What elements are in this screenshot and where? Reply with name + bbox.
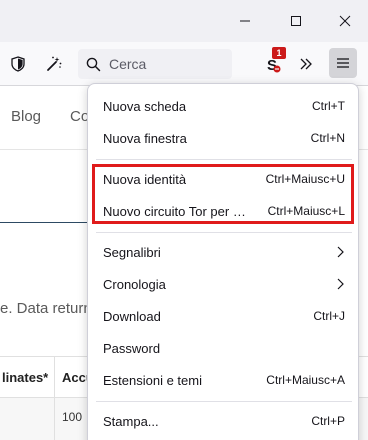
menu-item-label: Estensioni e temi: [103, 372, 202, 388]
menu-item-extensions-themes[interactable]: Estensioni e temi Ctrl+Maiusc+A: [96, 364, 352, 396]
minimize-icon: [240, 20, 250, 22]
table-cell-accuracy: 100: [62, 410, 83, 424]
shield-button[interactable]: [4, 50, 32, 78]
maximize-icon: [291, 16, 301, 26]
menu-item-print[interactable]: Stampa... Ctrl+P: [96, 405, 352, 437]
menu-item-label: Password: [103, 340, 161, 356]
shield-icon: [11, 56, 25, 72]
title-bar: [0, 0, 368, 42]
section-divider: [0, 222, 95, 223]
menu-item-shortcut: Ctrl+T: [312, 99, 345, 113]
menu-item-new-tab[interactable]: Nuova scheda Ctrl+T: [96, 90, 352, 122]
menu-item-new-window[interactable]: Nuova finestra Ctrl+N: [96, 122, 352, 154]
menu-item-label: Nuova scheda: [103, 98, 187, 114]
menu-item-downloads[interactable]: Download Ctrl+J: [96, 300, 352, 332]
menu-item-history[interactable]: Cronologia: [96, 268, 352, 300]
app-menu-panel: Nuova scheda Ctrl+T Nuova finestra Ctrl+…: [87, 83, 359, 440]
column-divider: [54, 357, 55, 399]
app-menu-button[interactable]: [329, 48, 357, 78]
menu-item-shortcut: Ctrl+P: [311, 414, 345, 428]
menu-item-label: Nuova finestra: [103, 130, 187, 146]
hamburger-menu-icon: [337, 58, 349, 68]
navigation-toolbar: Cerca S 1: [0, 42, 368, 86]
menu-item-bookmarks[interactable]: Segnalibri: [96, 236, 352, 268]
menu-item-label: Segnalibri: [103, 244, 161, 260]
search-placeholder: Cerca: [109, 56, 147, 72]
chevron-right-icon: [337, 278, 344, 290]
chevron-right-icon: [337, 246, 344, 258]
search-box[interactable]: Cerca: [78, 49, 232, 79]
close-button[interactable]: [322, 0, 368, 42]
magic-wand-button[interactable]: [40, 50, 68, 78]
nav-link-blog[interactable]: Blog: [11, 108, 41, 125]
menu-item-label: Cronologia: [103, 276, 166, 292]
minimize-button[interactable]: [222, 0, 268, 42]
menu-item-shortcut: Ctrl+N: [310, 131, 345, 145]
column-divider: [54, 398, 55, 440]
close-icon: [339, 15, 351, 27]
body-text: e. Data returne: [0, 300, 101, 317]
column-header-coordinates: linates*: [2, 370, 49, 385]
search-icon: [86, 57, 101, 71]
menu-item-shortcut: Ctrl+J: [313, 309, 345, 323]
menu-separator: [96, 159, 352, 160]
maximize-button[interactable]: [273, 0, 319, 42]
menu-item-shortcut: Ctrl+Maiusc+A: [266, 373, 345, 387]
red-highlight-box: [92, 164, 354, 224]
menu-item-label: Stampa...: [103, 413, 159, 429]
magic-wand-icon: [47, 56, 62, 71]
overflow-chevrons-icon: [300, 58, 312, 70]
menu-separator: [96, 232, 352, 233]
menu-item-passwords[interactable]: Password: [96, 332, 352, 364]
overflow-button[interactable]: [292, 50, 320, 78]
extension-button[interactable]: S 1: [259, 47, 287, 78]
menu-separator: [96, 401, 352, 402]
menu-item-label: Download: [103, 308, 161, 324]
extension-badge: 1: [272, 47, 286, 59]
